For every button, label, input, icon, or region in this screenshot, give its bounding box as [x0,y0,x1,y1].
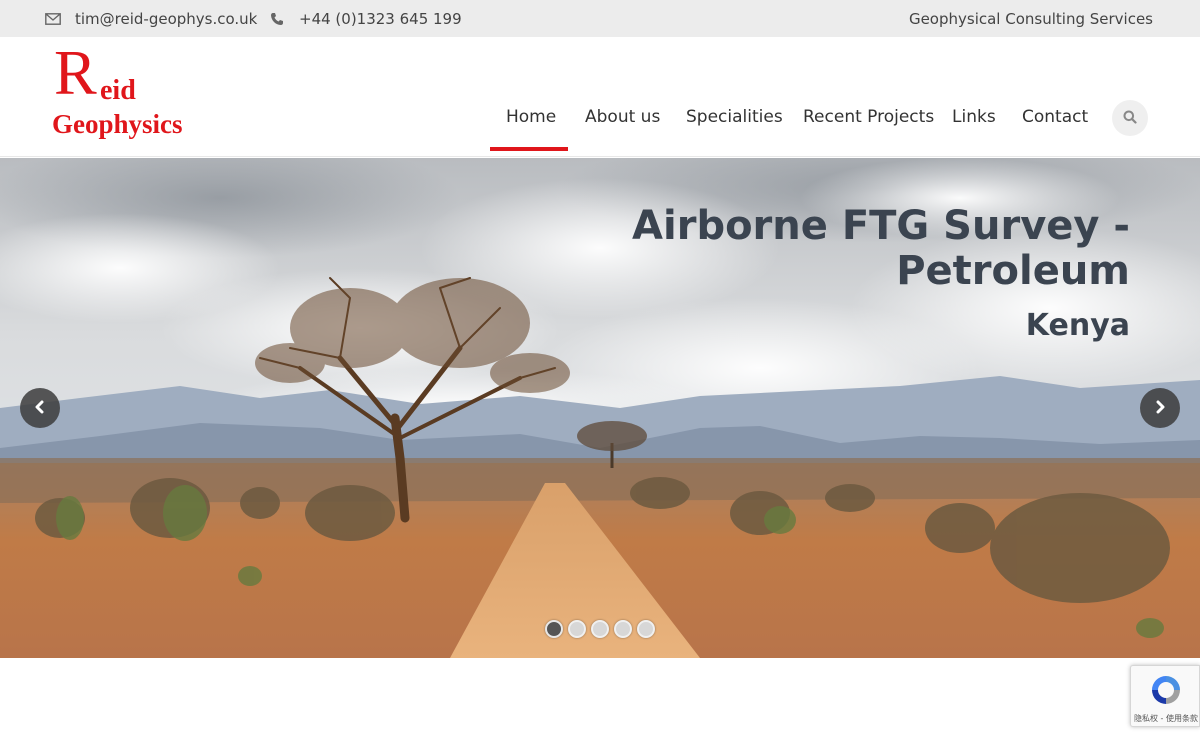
slider-prev-button[interactable] [20,388,60,428]
slider-next-button[interactable] [1140,388,1180,428]
phone-text[interactable]: +44 (0)1323 645 199 [299,10,462,28]
slider-pagination [545,620,655,638]
nav-item-recent-projects[interactable]: Recent Projects [803,107,934,127]
nav-item-links[interactable]: Links [952,107,996,127]
nav-item-specialities[interactable]: Specialities [686,107,783,127]
hero-subtitle: Kenya [1025,308,1130,343]
contact-email[interactable]: tim@reid-geophys.co.uk [44,0,257,37]
phone-icon [268,10,286,28]
tagline: Geophysical Consulting Services [908,9,1153,28]
recaptcha-icon [1148,672,1184,708]
recaptcha-badge[interactable]: 隐私权 - 使用条款 [1130,665,1200,727]
main-nav: Home About us Specialities Recent Projec… [0,37,1200,157]
slider-dot-3[interactable] [591,620,609,638]
search-icon [1123,109,1137,128]
nav-item-contact[interactable]: Contact [1022,107,1088,127]
active-nav-indicator [490,147,568,151]
slider-dot-4[interactable] [614,620,632,638]
nav-item-home[interactable]: Home [506,107,556,127]
chevron-left-icon [33,399,47,418]
slider-dot-5[interactable] [637,620,655,638]
slider-dot-1[interactable] [545,620,563,638]
nav-item-about-us[interactable]: About us [585,107,660,127]
hero-slider: Airborne FTG Survey - Petroleum Kenya [0,158,1200,658]
search-button[interactable] [1112,100,1148,136]
contact-phone[interactable]: +44 (0)1323 645 199 [268,0,462,37]
slider-dot-2[interactable] [568,620,586,638]
email-text[interactable]: tim@reid-geophys.co.uk [75,10,257,28]
recaptcha-terms[interactable]: 隐私权 - 使用条款 [1131,713,1200,724]
hero-title: Airborne FTG Survey - Petroleum [632,203,1130,294]
top-bar: tim@reid-geophys.co.uk +44 (0)1323 645 1… [0,0,1200,37]
envelope-icon [44,10,62,28]
chevron-right-icon [1153,399,1167,418]
